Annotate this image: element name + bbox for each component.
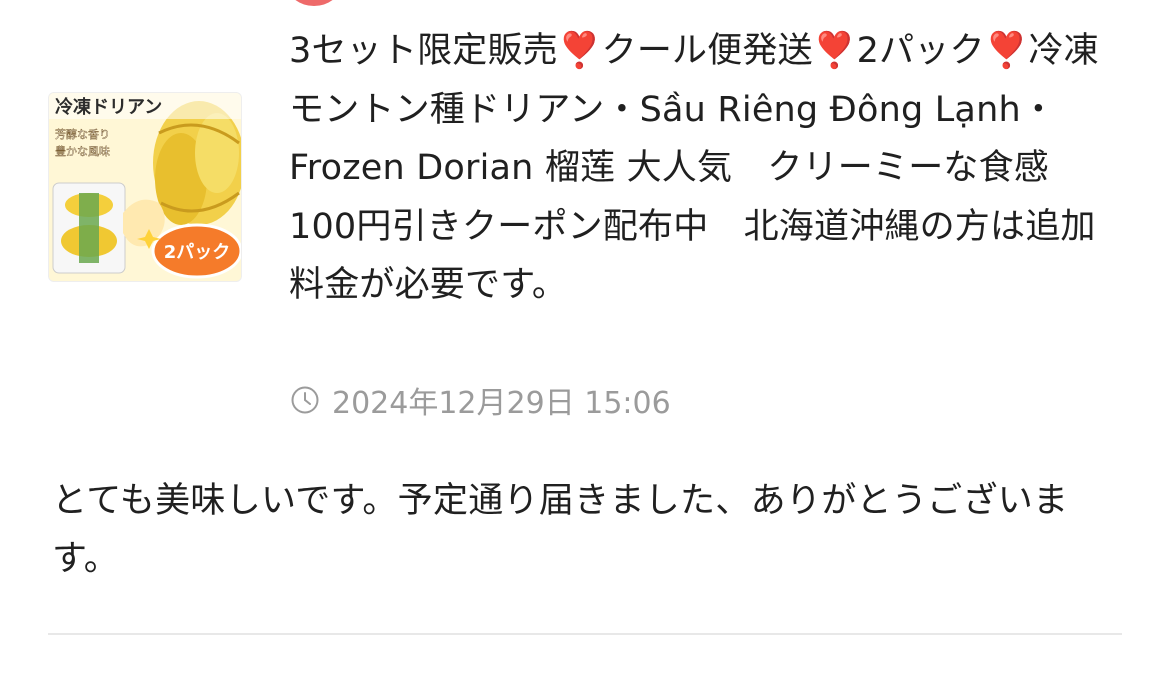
clock-icon [291, 386, 319, 414]
product-title[interactable]: 3セット限定販売❣️クール便発送❣️2パック❣️冷凍モントン種ドリアン・Sầu … [289, 22, 1119, 315]
divider [48, 633, 1122, 635]
avatar[interactable] [288, 0, 340, 6]
review-comment: とても美味しいです。予定通り届きました、ありがとうございます。 [52, 481, 1069, 579]
image-tagline-2: 豊かな風味 [55, 145, 110, 158]
review-meta: 2024年12月29日 15:06 [290, 378, 671, 422]
image-badge: 2パック [164, 242, 231, 263]
product-thumbnail[interactable]: 冷凍ドリアン 芳醇な香り 豊かな風味 2パック [48, 92, 242, 282]
durian-product-image: 冷凍ドリアン 芳醇な香り 豊かな風味 2パック [49, 93, 241, 281]
review-timestamp: 2024年12月29日 15:06 [332, 386, 671, 421]
image-headline: 冷凍ドリアン [55, 96, 162, 117]
image-tagline-1: 芳醇な香り [55, 127, 110, 141]
